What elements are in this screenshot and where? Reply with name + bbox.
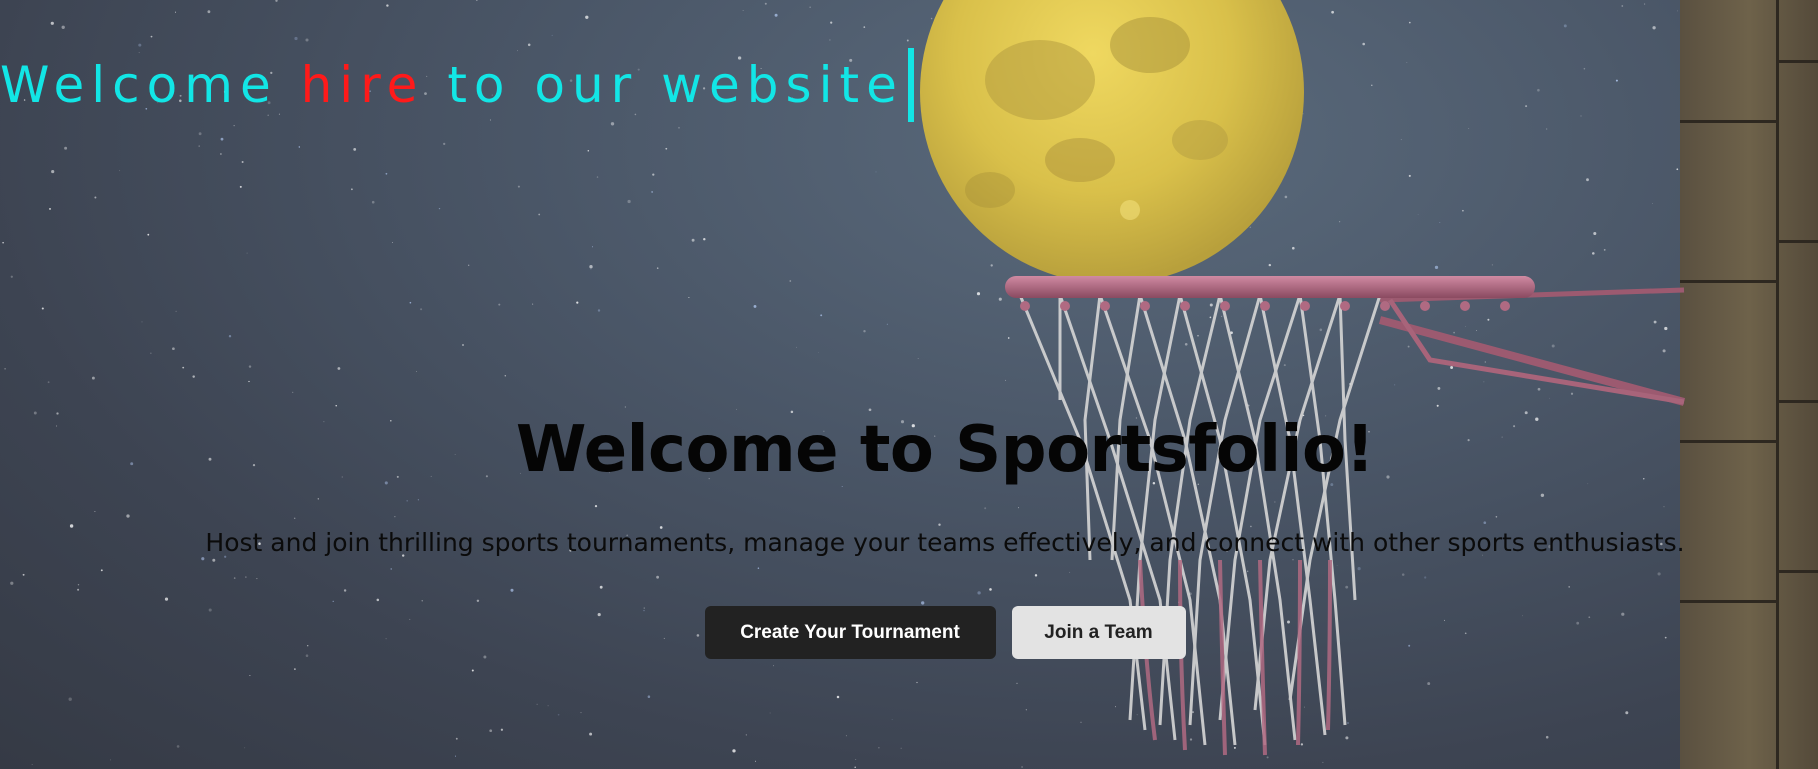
hero-subtitle: Host and join thrilling sports tournamen… [205,528,1685,557]
hero-content: Welcome to Sportsfolio! Host and join th… [0,400,1818,659]
typing-caret-icon [907,48,914,122]
typing-headline-prefix: Welcome [0,56,301,114]
create-tournament-button[interactable]: Create Your Tournament [704,606,996,659]
hero-actions: Create Your Tournament Join a Team [0,606,1818,659]
moon-icon [920,0,1304,284]
typing-headline: Welcome hire to our website [0,48,914,122]
hero-section: Welcome hire to our website Welcome to S… [0,0,1818,769]
join-team-button[interactable]: Join a Team [1011,606,1186,659]
typing-headline-suffix: to our website [424,56,904,114]
typing-headline-highlight: hire [300,56,425,114]
page-title: Welcome to Sportsfolio! [515,413,1375,487]
